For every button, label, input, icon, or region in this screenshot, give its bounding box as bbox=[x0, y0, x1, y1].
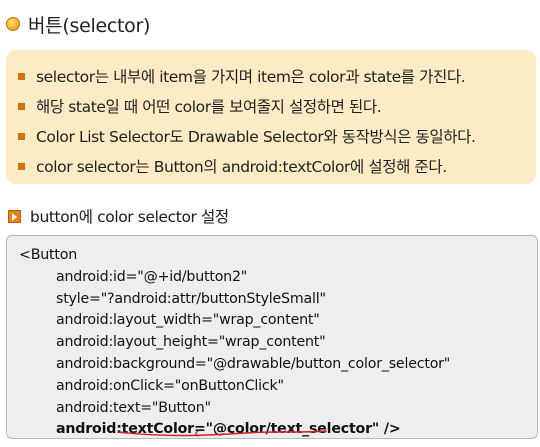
code-highlight-line: android:textColor="@color/text_selector"… bbox=[56, 421, 401, 438]
info-item-text: 해당 state일 때 어떤 color를 보여줄지 설정하면 된다. bbox=[36, 98, 382, 116]
bullet-square-icon bbox=[18, 72, 25, 80]
code-line: android:layout_width="wrap_content" bbox=[56, 312, 320, 329]
slide-title: 버튼(selector) bbox=[28, 14, 151, 37]
code-block: <Button android:id="@+id/button2" style=… bbox=[6, 235, 538, 439]
info-item: Color List Selector도 Drawable Selector와 … bbox=[18, 121, 536, 151]
info-item: 해당 state일 때 어떤 color를 보여줄지 설정하면 된다. bbox=[18, 91, 536, 121]
bullet-square-icon bbox=[18, 162, 25, 170]
code-line: android:id="@+id/button2" bbox=[56, 268, 248, 285]
subheading-icon bbox=[8, 209, 21, 223]
info-item-text: Color List Selector도 Drawable Selector와 … bbox=[36, 128, 476, 146]
info-box: selector는 내부에 item을 가지며 item은 color과 sta… bbox=[6, 50, 536, 184]
code-line: android:onClick="onButtonClick" bbox=[56, 377, 284, 394]
title-bullet-icon bbox=[6, 17, 20, 31]
code-open-tag: <Button bbox=[19, 247, 78, 263]
bullet-square-icon bbox=[18, 102, 25, 110]
code-line: android:layout_height="wrap_content" bbox=[56, 334, 326, 351]
code-line: android:text="Button" bbox=[56, 399, 211, 416]
subheading-row: button에 color selector 설정 bbox=[8, 204, 229, 228]
slide-title-row: 버튼(selector) bbox=[6, 8, 150, 40]
bullet-square-icon bbox=[18, 132, 25, 140]
info-item: selector는 내부에 item을 가지며 item은 color과 sta… bbox=[18, 61, 536, 91]
code-line: android:background="@drawable/button_col… bbox=[56, 355, 451, 372]
info-item: color selector는 Button의 android:textColo… bbox=[18, 151, 536, 181]
info-item-text: color selector는 Button의 android:textColo… bbox=[36, 158, 447, 176]
code-line: style="?android:attr/buttonStyleSmall" bbox=[56, 290, 326, 307]
subheading: button에 color selector 설정 bbox=[30, 208, 229, 226]
info-item-text: selector는 내부에 item을 가지며 item은 color과 sta… bbox=[36, 68, 466, 86]
